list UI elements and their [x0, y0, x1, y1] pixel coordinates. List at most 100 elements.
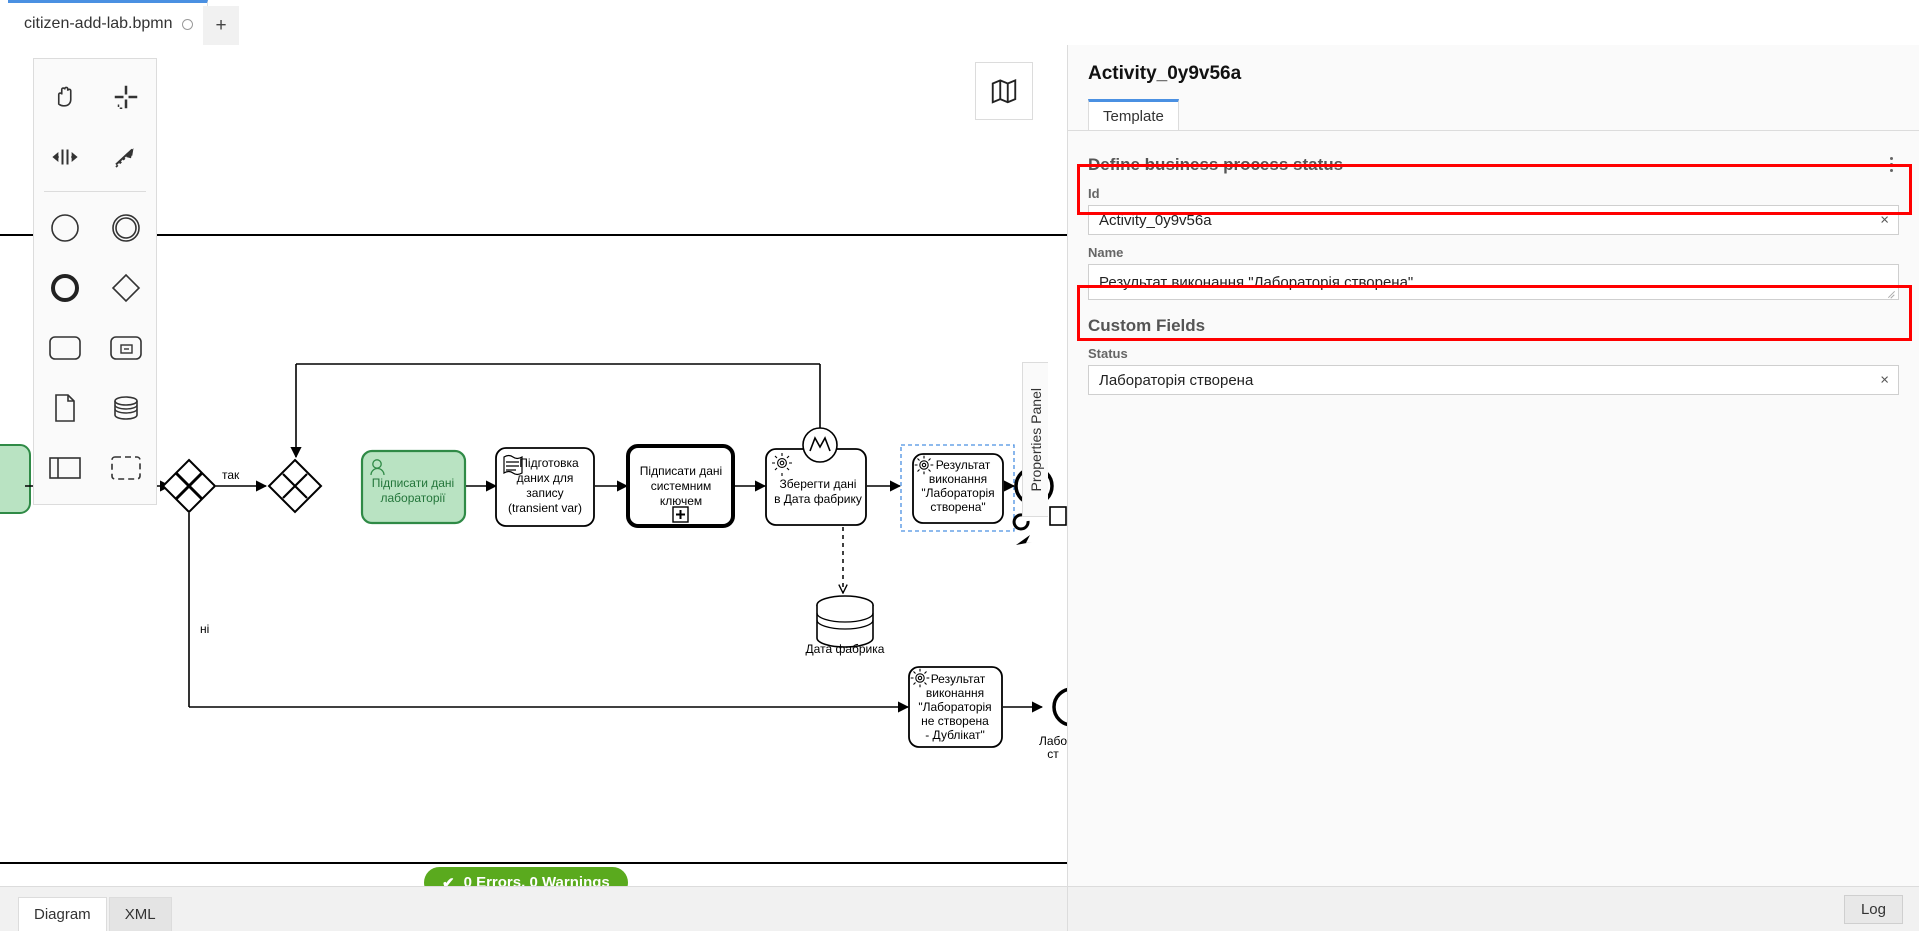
- svg-text:виконання: виконання: [929, 472, 987, 486]
- task-result-lab-created[interactable]: Результат виконання "Лабораторія створен…: [900, 444, 1015, 532]
- subprocess-icon: [109, 336, 142, 360]
- tab-xml[interactable]: XML: [108, 897, 172, 931]
- bpmn-palette[interactable]: [33, 58, 157, 505]
- task-sign-system-key[interactable]: Підписати дані системним ключем: [626, 444, 735, 528]
- gateway-unique-check[interactable]: [161, 458, 217, 514]
- id-field-group: Id Activity_0y9v56a ×: [1068, 176, 1919, 235]
- boundary-event-signal-icon: [802, 427, 838, 463]
- create-task-button[interactable]: [34, 318, 95, 378]
- svg-text:виконання: виконання: [926, 686, 984, 700]
- create-data-object-button[interactable]: [34, 378, 95, 438]
- document-icon: [54, 394, 75, 422]
- end-event-bottom[interactable]: Лабо ст: [1039, 687, 1067, 761]
- minimap-toggle-button[interactable]: [975, 62, 1033, 120]
- svg-text:Підписати дані: Підписати дані: [372, 476, 454, 490]
- svg-text:ст: ст: [1047, 747, 1059, 761]
- svg-text:(transient var): (transient var): [508, 501, 582, 515]
- view-tab-bar: Diagram XML: [0, 886, 1067, 931]
- log-bar: Log: [1067, 886, 1919, 931]
- template-group-header: Define business process status: [1068, 131, 1919, 176]
- diamond-icon: [111, 273, 140, 303]
- unsaved-changes-dot-icon[interactable]: [181, 18, 193, 30]
- tab-xml-label: XML: [124, 906, 156, 923]
- svg-text:Результат: Результат: [936, 458, 991, 472]
- hand-icon: [57, 86, 72, 107]
- id-clear-icon[interactable]: ×: [1880, 213, 1889, 228]
- data-store-data-factory[interactable]: Дата фабрика: [806, 595, 885, 656]
- svg-text:Результат: Результат: [931, 672, 986, 686]
- svg-text:в Дата фабрику: в Дата фабрику: [774, 492, 862, 506]
- data-store-label: Дата фабрика: [806, 642, 885, 656]
- gateway-merge[interactable]: [267, 458, 323, 514]
- create-data-store-button[interactable]: [95, 378, 156, 438]
- id-input[interactable]: Activity_0y9v56a ×: [1088, 205, 1899, 235]
- id-field-label: Id: [1088, 186, 1100, 201]
- rounded-rect-icon: [48, 336, 81, 360]
- space-tool-icon: [51, 149, 78, 165]
- svg-text:даних для: даних для: [517, 471, 574, 485]
- svg-text:Лабо: Лабо: [1039, 734, 1067, 748]
- svg-text:"Лабораторія: "Лабораторія: [918, 700, 991, 714]
- name-input[interactable]: Результат виконання "Лабораторія створен…: [1088, 264, 1899, 300]
- offscreen-green-task[interactable]: [0, 444, 31, 514]
- svg-text:"Лабораторія: "Лабораторія: [921, 486, 994, 500]
- plus-icon: +: [215, 14, 227, 36]
- create-intermediate-event-button[interactable]: [95, 198, 156, 258]
- page-title: Activity_0y9v56a: [1088, 63, 1242, 84]
- svg-text:лабораторії: лабораторії: [380, 491, 446, 505]
- tab-diagram[interactable]: Diagram: [18, 897, 107, 931]
- properties-panel: Activity_0y9v56a Template Define busines…: [1067, 45, 1919, 886]
- editor-tab-bar: citizen-add-lab.bpmn +: [0, 0, 1919, 45]
- hand-tool-button[interactable]: [34, 67, 95, 127]
- name-field-group: Name Результат виконання "Лабораторія ст…: [1068, 235, 1919, 300]
- map-icon: [991, 78, 1017, 104]
- svg-text:Зберегти дані: Зберегти дані: [780, 477, 857, 491]
- file-tab-label: citizen-add-lab.bpmn: [24, 15, 173, 32]
- status-clear-icon[interactable]: ×: [1880, 373, 1889, 388]
- svg-text:не створена: не створена: [921, 714, 989, 728]
- database-icon: [113, 396, 138, 420]
- dashed-group-icon: [110, 456, 141, 480]
- bpmn-canvas[interactable]: так ні Підписати дані лабораторії Підгот…: [0, 45, 1067, 886]
- kebab-menu-icon[interactable]: [1886, 153, 1897, 176]
- check-icon: ✔: [442, 874, 455, 887]
- log-button[interactable]: Log: [1843, 894, 1903, 924]
- bpmn-diagram-svg[interactable]: так ні Підписати дані лабораторії Підгот…: [0, 45, 1067, 886]
- task-sign-lab-data[interactable]: Підписати дані лабораторії: [360, 449, 467, 525]
- create-group-button[interactable]: [95, 438, 156, 498]
- properties-tab-bar: Template: [1068, 99, 1919, 131]
- status-field-label: Status: [1088, 346, 1128, 361]
- svg-text:- Дублікат": - Дублікат": [925, 728, 985, 742]
- svg-text:Підготовка: Підготовка: [519, 456, 579, 470]
- space-tool-button[interactable]: [34, 127, 95, 187]
- name-field-label: Name: [1088, 245, 1124, 260]
- properties-panel-toggle-label: Properties Panel: [1027, 387, 1044, 492]
- lasso-tool-button[interactable]: [95, 67, 156, 127]
- create-gateway-button[interactable]: [95, 258, 156, 318]
- tab-diagram-label: Diagram: [34, 906, 91, 923]
- task-result-lab-not-created[interactable]: Результат виконання "Лабораторія не ство…: [908, 666, 1003, 748]
- create-participant-button[interactable]: [34, 438, 95, 498]
- task-save-to-data-factory[interactable]: Зберегти дані в Дата фабрику: [765, 427, 867, 526]
- name-input-value: Результат виконання "Лабораторія створен…: [1099, 273, 1414, 291]
- svg-text:створена": створена": [930, 500, 985, 514]
- file-tab-citizen-add-lab[interactable]: citizen-add-lab.bpmn: [8, 0, 208, 45]
- custom-fields-title: Custom Fields: [1088, 316, 1206, 335]
- task-prepare-data[interactable]: Підготовка даних для запису (transient v…: [495, 447, 595, 527]
- template-group-title: Define business process status: [1088, 154, 1344, 174]
- status-input-value: Лабораторія створена: [1099, 371, 1254, 389]
- name-input-resize-handle[interactable]: [1887, 289, 1896, 298]
- new-tab-button[interactable]: +: [203, 6, 239, 45]
- create-start-event-button[interactable]: [34, 198, 95, 258]
- log-button-label: Log: [1860, 900, 1886, 918]
- status-input[interactable]: Лабораторія створена ×: [1088, 365, 1899, 395]
- status-field-group: Status Лабораторія створена ×: [1068, 336, 1919, 395]
- tab-template[interactable]: Template: [1088, 99, 1179, 130]
- validation-status-badge[interactable]: ✔ 0 Errors, 0 Warnings: [424, 867, 628, 886]
- properties-panel-toggle[interactable]: Properties Panel: [1022, 362, 1048, 517]
- create-expanded-subprocess-button[interactable]: [95, 318, 156, 378]
- create-end-event-button[interactable]: [34, 258, 95, 318]
- expand-marker-icon: [672, 506, 689, 523]
- global-connect-tool-button[interactable]: [95, 127, 156, 187]
- svg-text:запису: запису: [526, 486, 563, 500]
